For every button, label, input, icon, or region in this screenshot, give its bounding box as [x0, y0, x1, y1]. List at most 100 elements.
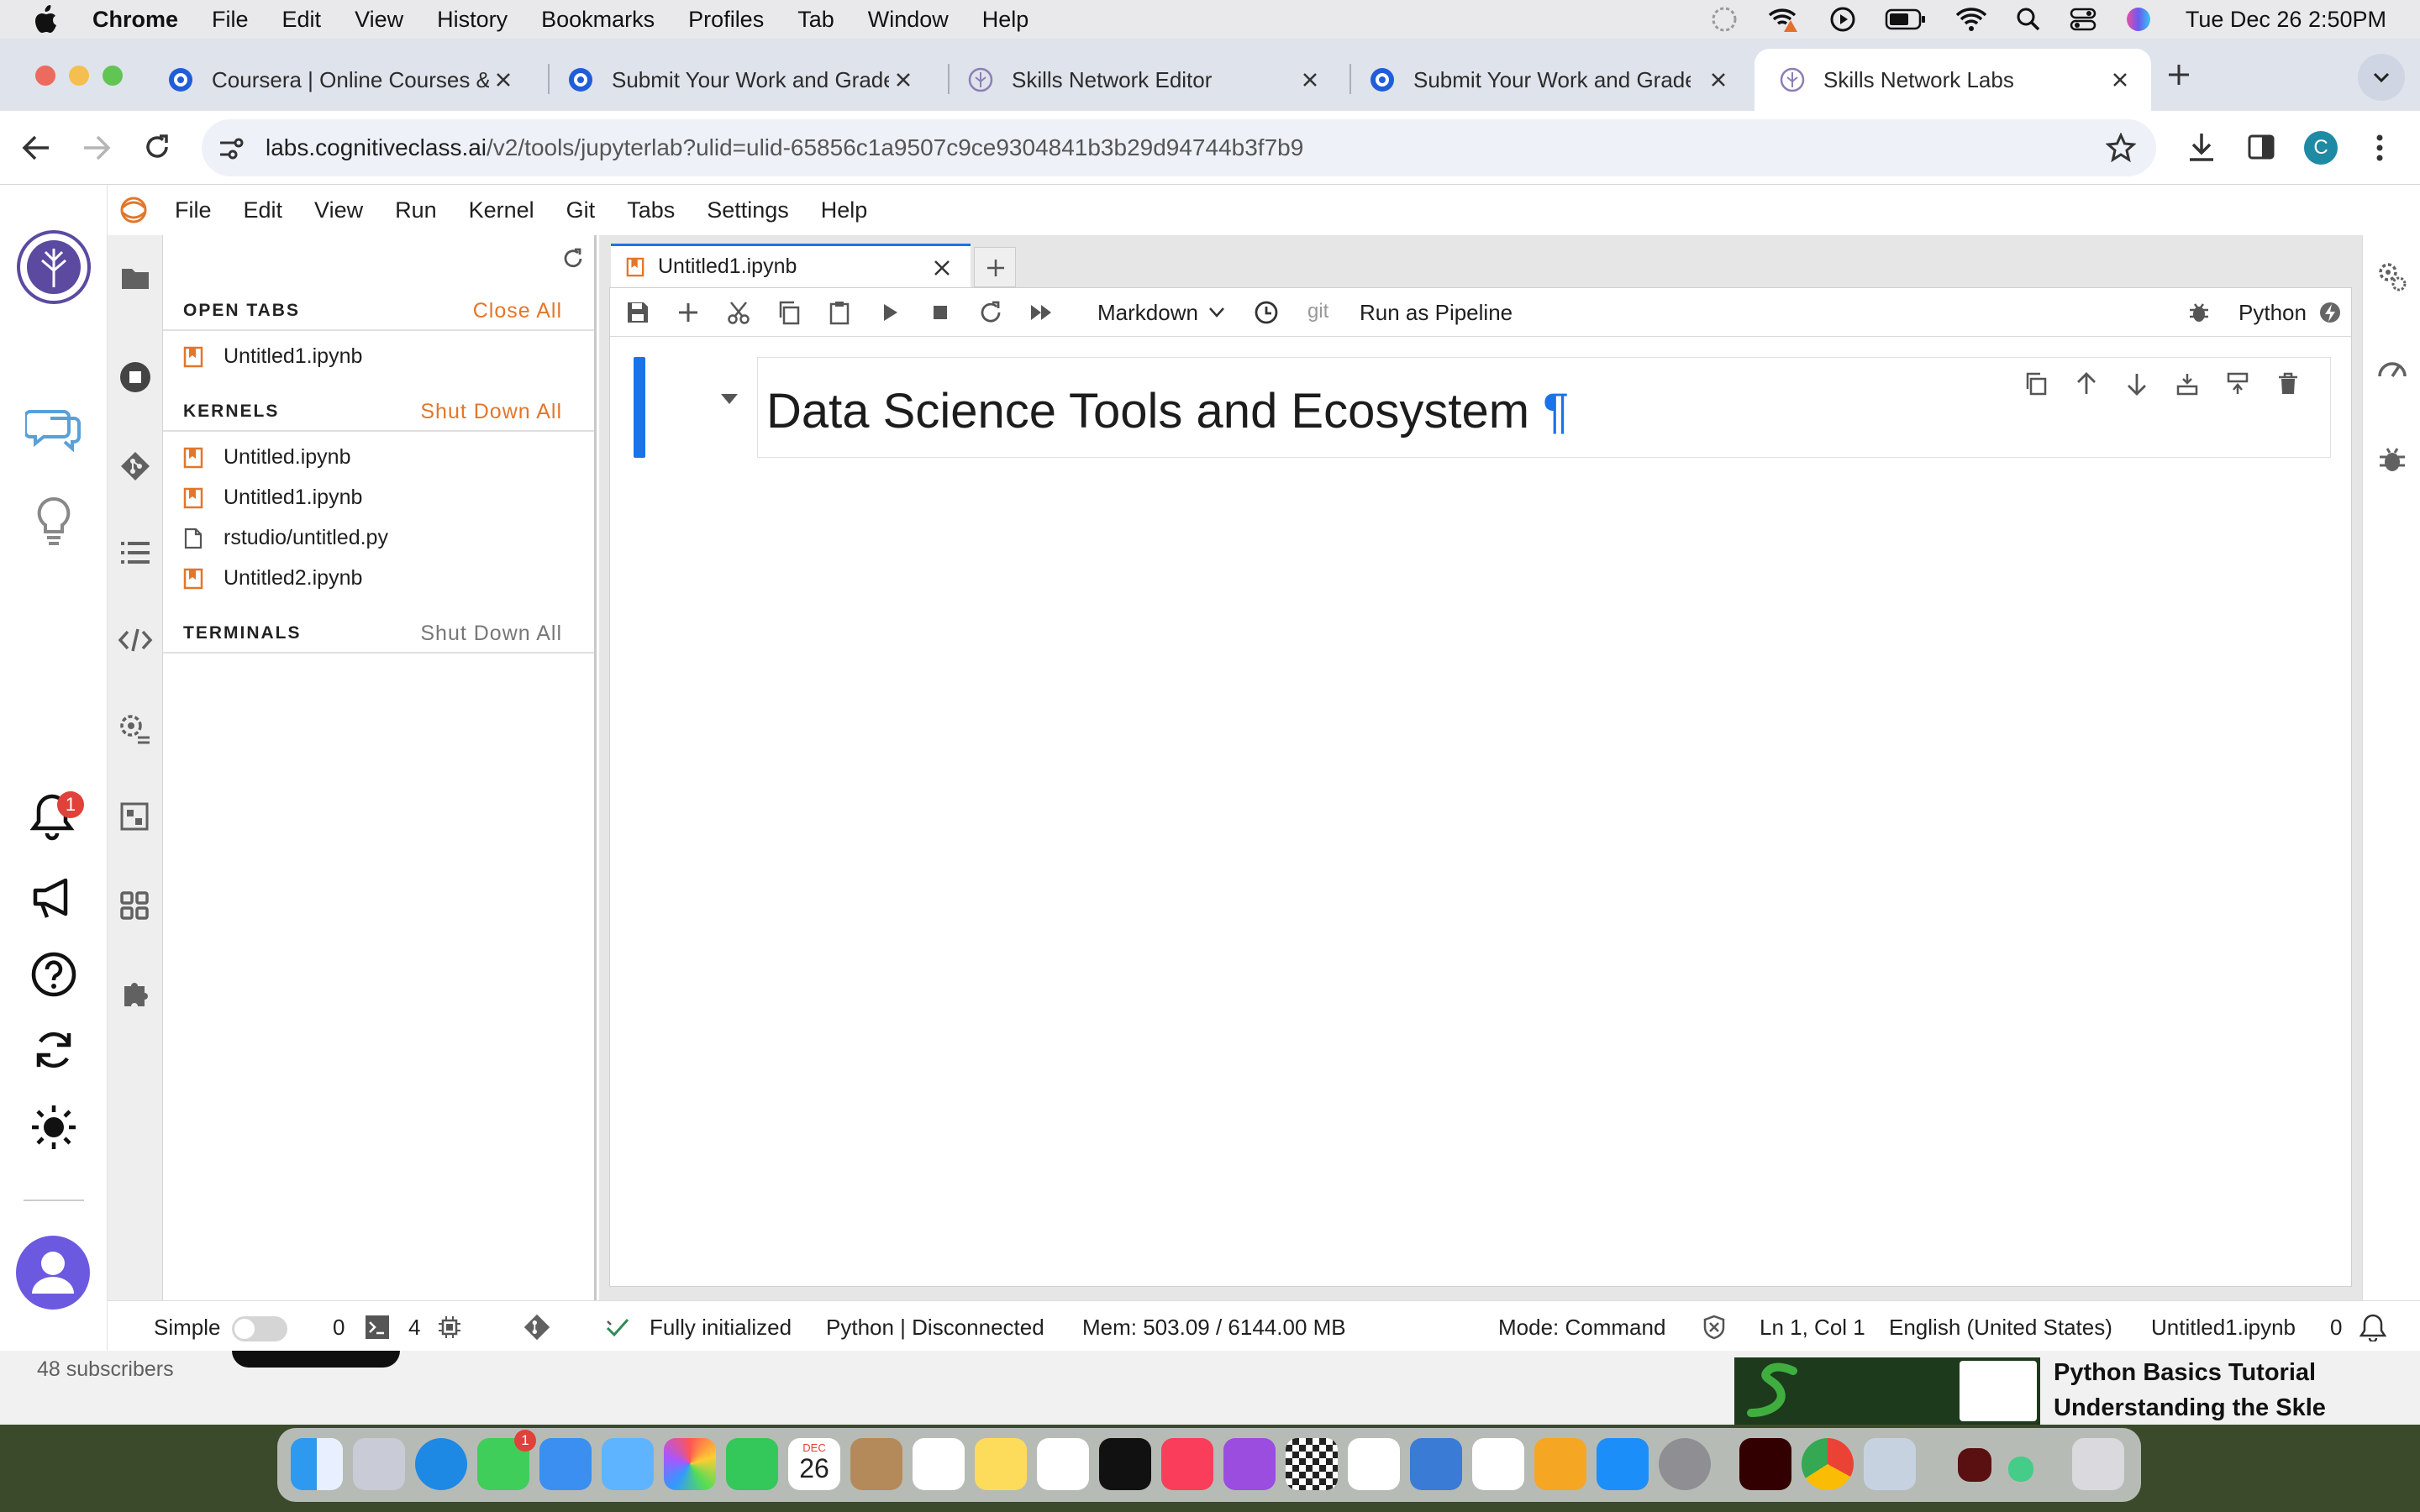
menu-help[interactable]: Help — [982, 7, 1029, 33]
git-icon[interactable] — [119, 450, 151, 482]
keynote-icon[interactable] — [1410, 1438, 1462, 1490]
puzzle-extension-icon[interactable] — [119, 978, 151, 1010]
interrupt-kernel-icon[interactable] — [928, 300, 953, 325]
wifi-icon[interactable] — [1955, 7, 1987, 32]
jupyter-menu-view[interactable]: View — [314, 197, 363, 223]
shut-down-all-terminals-button[interactable]: Shut Down All — [420, 622, 562, 646]
control-center-icon[interactable] — [2070, 7, 2096, 32]
menu-bookmarks[interactable]: Bookmarks — [541, 7, 655, 33]
podcasts-icon[interactable] — [1223, 1438, 1276, 1490]
shut-down-all-kernels-button[interactable]: Shut Down All — [420, 400, 562, 424]
more-options-icon[interactable] — [2375, 133, 2385, 163]
mail-icon[interactable] — [539, 1438, 592, 1490]
new-tab-icon[interactable] — [2166, 62, 2191, 87]
lsp-status-icon[interactable] — [605, 1315, 630, 1340]
menubar-clock[interactable]: Tue Dec 26 2:50PM — [2186, 7, 2386, 33]
side-panel-icon[interactable] — [2247, 133, 2275, 161]
extensions-grid-icon[interactable] — [119, 890, 150, 921]
delete-cell-icon[interactable] — [2275, 371, 2301, 396]
numbers-icon[interactable] — [1472, 1438, 1524, 1490]
move-down-icon[interactable] — [2124, 371, 2149, 396]
close-icon[interactable] — [932, 258, 952, 278]
freeform-icon[interactable] — [1037, 1438, 1089, 1490]
add-cell-icon[interactable] — [676, 300, 701, 325]
running-sessions-icon[interactable] — [119, 361, 151, 393]
refresh-icon[interactable] — [561, 247, 585, 270]
close-tab-icon[interactable] — [1707, 69, 1729, 91]
cell-collapser[interactable] — [634, 357, 645, 458]
close-tab-icon[interactable] — [892, 69, 914, 91]
jupyter-menu-help[interactable]: Help — [821, 197, 868, 223]
subscribe-button[interactable] — [232, 1351, 400, 1368]
back-icon[interactable] — [22, 134, 50, 161]
contacts-icon[interactable] — [850, 1438, 902, 1490]
git-status-icon[interactable] — [523, 1313, 551, 1341]
folder-icon[interactable] — [120, 265, 150, 291]
debugger-sidebar-icon[interactable] — [2376, 444, 2408, 475]
illustrator-icon[interactable] — [1739, 1438, 1791, 1490]
trusted-shield-icon[interactable] — [1702, 1315, 1726, 1340]
code-snippets-icon[interactable] — [118, 627, 153, 654]
video-thumbnail[interactable] — [1734, 1357, 2040, 1425]
new-launcher-button[interactable] — [974, 247, 1016, 287]
insert-below-icon[interactable] — [2225, 371, 2250, 396]
debugger-icon[interactable] — [2186, 300, 2212, 325]
browser-tab-submit-1[interactable]: Submit Your Work and Grade — [543, 49, 934, 111]
recent-app-icon[interactable] — [2008, 1457, 2033, 1482]
chess-icon[interactable] — [1286, 1438, 1338, 1490]
menu-file[interactable]: File — [212, 7, 249, 33]
kernel-item[interactable]: Untitled.ipynb — [183, 445, 350, 470]
news-icon[interactable] — [1348, 1438, 1400, 1490]
window-zoom-button[interactable] — [103, 66, 123, 86]
apple-tv-icon[interactable] — [1099, 1438, 1151, 1490]
kernel-name[interactable]: Python — [2238, 300, 2307, 326]
table-of-contents-icon[interactable] — [119, 539, 151, 566]
jupyter-menu-file[interactable]: File — [175, 197, 212, 223]
insert-above-icon[interactable] — [2175, 371, 2200, 396]
pages-icon[interactable] — [1534, 1438, 1586, 1490]
cell-type-select[interactable]: Markdown — [1097, 300, 1198, 326]
display-language[interactable]: English (United States) — [1889, 1315, 2112, 1341]
window-close-button[interactable] — [35, 66, 55, 86]
preview-icon[interactable] — [1864, 1438, 1916, 1490]
run-cell-icon[interactable] — [877, 300, 902, 325]
user-avatar-icon[interactable] — [15, 1235, 91, 1310]
property-inspector-icon[interactable] — [2376, 260, 2408, 292]
simple-mode-toggle[interactable] — [232, 1316, 287, 1341]
launchpad-icon[interactable] — [353, 1438, 405, 1490]
clock-icon[interactable] — [1254, 300, 1279, 325]
resource-usage-icon[interactable] — [2376, 353, 2408, 385]
kernel-item[interactable]: rstudio/untitled.py — [183, 526, 388, 550]
chat-icon[interactable] — [25, 405, 81, 452]
duplicate-cell-icon[interactable] — [2023, 371, 2049, 396]
maps-icon[interactable] — [602, 1438, 654, 1490]
address-bar[interactable]: labs.cognitiveclass.ai/v2/tools/jupyterl… — [202, 119, 2156, 176]
facetime-icon[interactable] — [726, 1438, 778, 1490]
app-store-icon[interactable] — [1597, 1438, 1649, 1490]
system-settings-icon[interactable] — [1659, 1438, 1711, 1490]
battery-icon[interactable] — [1885, 8, 1927, 31]
spotlight-icon[interactable] — [2016, 7, 2041, 32]
pipeline-editor-icon[interactable] — [119, 801, 150, 832]
menu-tab[interactable]: Tab — [797, 7, 834, 33]
site-settings-icon[interactable] — [218, 136, 245, 161]
menu-edit[interactable]: Edit — [282, 7, 322, 33]
download-icon[interactable] — [2186, 131, 2217, 163]
tab-untitled1-notebook[interactable]: Untitled1.ipynb — [611, 244, 971, 287]
kernel-cpu-icon[interactable] — [437, 1315, 462, 1340]
paste-icon[interactable] — [827, 300, 852, 325]
chevron-down-icon[interactable] — [1208, 307, 1225, 318]
moon-icon[interactable] — [1710, 5, 1739, 34]
jupyter-menu-settings[interactable]: Settings — [707, 197, 789, 223]
copy-icon[interactable] — [776, 300, 802, 325]
calendar-icon[interactable]: DEC 26 — [788, 1438, 840, 1490]
save-icon[interactable] — [625, 300, 650, 325]
tab-search-button[interactable] — [2358, 54, 2405, 101]
url-text[interactable]: labs.cognitiveclass.ai/v2/tools/jupyterl… — [266, 134, 1303, 161]
video-title-line-1[interactable]: Python Basics Tutorial — [2054, 1359, 2316, 1387]
notification-count[interactable]: 0 — [2330, 1315, 2342, 1341]
music-icon[interactable] — [1161, 1438, 1213, 1490]
jupyter-menu-edit[interactable]: Edit — [244, 197, 283, 223]
cursor-position[interactable]: Ln 1, Col 1 — [1760, 1315, 1865, 1341]
menu-window[interactable]: Window — [868, 7, 949, 33]
